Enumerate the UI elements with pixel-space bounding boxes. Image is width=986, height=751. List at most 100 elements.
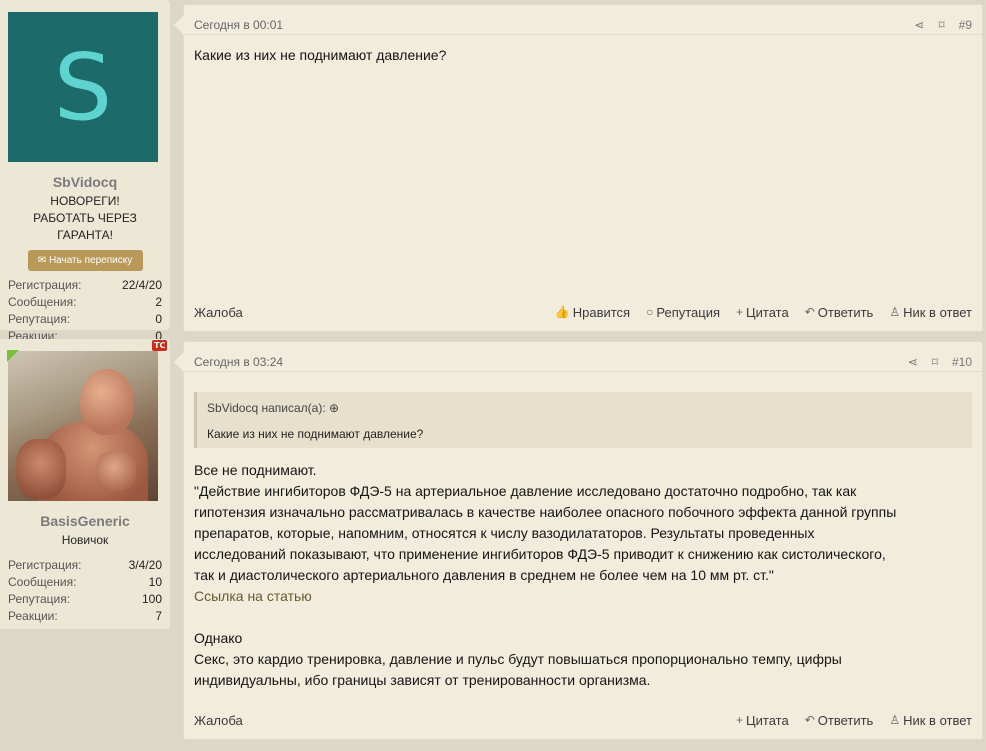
mention-button[interactable]: ♙ Ник в ответ <box>889 713 972 728</box>
user-title: Новичок <box>61 533 109 547</box>
stat-label: Регистрация: <box>8 278 82 292</box>
post-body: SbVidocq написал(а): ⊕ Какие из них не п… <box>184 372 982 691</box>
search-icon: ○ <box>646 305 654 319</box>
mention-label: Ник в ответ <box>903 712 972 728</box>
quote-text: Какие из них не поднимают давление? <box>207 427 424 441</box>
mention-button[interactable]: ♙ Ник в ответ <box>889 305 972 320</box>
avatar-figure-arm <box>16 439 66 499</box>
user-stats: Регистрация: 22/4/20 Сообщения: 2 Репутаци… <box>8 277 162 345</box>
stat-row: Регистрация: 3/4/20 <box>8 557 162 574</box>
user-title: НОВОРЕГИ! РАБОТАТЬ ЧЕРЕЗ ГАРАНТА! <box>33 194 137 242</box>
share-icon[interactable]: ⋖ <box>914 18 924 32</box>
post-text: Какие из них не поднимают давление? <box>194 47 447 63</box>
post-actions: + Цитата ↶ Ответить ♙ Ник в ответ <box>736 713 972 728</box>
stat-label: Репутация: <box>8 312 71 326</box>
plus-icon: + <box>736 305 744 319</box>
mention-label: Ник в ответ <box>903 304 972 320</box>
avatar-figure-fist <box>96 451 136 491</box>
user-stats: Регистрация: 3/4/20 Сообщения: 10 Репутаци… <box>8 557 162 625</box>
stat-row: Регистрация: 22/4/20 <box>8 277 162 294</box>
post-header: Сегодня в 03:24 ⋖ ⌑ #10 <box>184 342 982 372</box>
stat-label: Регистрация: <box>8 558 82 572</box>
reply-label: Ответить <box>817 304 874 320</box>
user-icon: ♙ <box>889 713 901 727</box>
quote-label: Цитата <box>746 712 789 728</box>
stat-label: Сообщения: <box>8 295 77 309</box>
reply-button[interactable]: ↶ Ответить <box>805 713 874 728</box>
reply-label: Ответить <box>817 712 874 728</box>
quote-button[interactable]: + Цитата <box>736 305 789 320</box>
post-line: индивидуальны, ибо границы зависят от тр… <box>194 672 651 688</box>
post-line: Однако <box>194 630 243 646</box>
reply-icon: ↶ <box>804 713 815 727</box>
post-arrow <box>174 15 184 35</box>
like-label: Нравится <box>572 304 631 320</box>
bookmark-icon[interactable]: ⌑ <box>938 18 944 32</box>
avatar-figure-head <box>80 369 134 435</box>
bookmark-icon[interactable]: ⌑ <box>932 355 938 369</box>
post: Сегодня в 00:01 ⋖ ⌑ #9 Какие из них не п… <box>174 4 983 332</box>
topic-creator-badge: TC <box>152 340 168 351</box>
reply-icon: ↶ <box>804 305 815 319</box>
post-header: Сегодня в 00:01 ⋖ ⌑ #9 <box>184 5 982 35</box>
like-button[interactable]: 👍 Нравится <box>555 305 630 320</box>
start-conversation-button[interactable]: ✉ Начать переписку <box>27 250 143 271</box>
quote-label: Цитата <box>746 304 789 320</box>
avatar[interactable]: S <box>8 12 158 162</box>
post-tools: ⋖ ⌑ #10 <box>908 355 972 369</box>
username[interactable]: BasisGeneric <box>8 513 162 529</box>
post-line: Все не поднимают. <box>194 462 317 478</box>
post-line: исследований показывают, что применение … <box>194 546 886 562</box>
user-card: BasisGeneric Новичок Регистрация: 3/4/20 … <box>0 339 170 629</box>
reputation-label: Репутация <box>656 304 721 320</box>
thumbs-up-icon: 👍 <box>554 305 570 319</box>
post-actions: 👍 Нравится ○ Репутация + Цитата ↶ Ответить ♙… <box>555 305 972 320</box>
stat-row: Сообщения: 10 <box>8 574 162 591</box>
quote-header[interactable]: SbVidocq написал(а): ⊕ <box>207 400 962 416</box>
stat-value: 22/4/20 <box>121 278 162 292</box>
post: Сегодня в 03:24 ⋖ ⌑ #10 SbVidocq написал… <box>174 341 983 740</box>
post-date[interactable]: Сегодня в 03:24 <box>194 355 283 369</box>
stat-value: 7 <box>155 609 162 623</box>
stat-value: 100 <box>141 592 162 606</box>
post-tools: ⋖ ⌑ #9 <box>914 18 972 32</box>
stat-label: Репутация: <box>8 592 71 606</box>
post-number[interactable]: #10 <box>952 355 972 369</box>
stat-value: 0 <box>155 312 162 326</box>
post-line: Секс, это кардио тренировка, давление и … <box>194 651 842 667</box>
post-line: гипотензия изначально рассматривалась в … <box>194 504 897 520</box>
username[interactable]: SbVidocq <box>8 174 162 190</box>
stat-row: Реакции: 7 <box>8 608 162 625</box>
arrow-up-circle-icon[interactable]: ⊕ <box>329 401 339 415</box>
post-footer: Жалоба 👍 Нравится ○ Репутация + Цитата ↶ Отв… <box>184 293 982 331</box>
quote-button[interactable]: + Цитата <box>736 713 789 728</box>
quote-block: SbVidocq написал(а): ⊕ Какие из них не п… <box>194 392 972 448</box>
stat-row: Сообщения: 2 <box>8 294 162 311</box>
avatar[interactable] <box>8 351 158 501</box>
stat-label: Реакции: <box>8 609 58 623</box>
stat-value: 10 <box>148 575 162 589</box>
reputation-button[interactable]: ○ Репутация <box>646 305 720 320</box>
post-date[interactable]: Сегодня в 00:01 <box>194 18 283 32</box>
stat-value: 3/4/20 <box>128 558 162 572</box>
reply-button[interactable]: ↶ Ответить <box>805 305 874 320</box>
post-footer: Жалоба + Цитата ↶ Ответить ♙ Ник в ответ <box>184 701 982 739</box>
stat-row: Репутация: 0 <box>8 311 162 328</box>
report-link[interactable]: Жалоба <box>194 713 243 728</box>
post-line: так и диастолического артериального давл… <box>194 567 774 583</box>
quote-author: SbVidocq написал(а): <box>207 401 326 415</box>
stat-row: Репутация: 100 <box>8 591 162 608</box>
post-arrow <box>174 352 184 372</box>
user-icon: ♙ <box>889 305 901 319</box>
share-icon[interactable]: ⋖ <box>908 355 918 369</box>
button-label: Начать переписку <box>48 255 133 266</box>
plus-icon: + <box>736 713 744 727</box>
user-card: S SbVidocq НОВОРЕГИ! РАБОТАТЬ ЧЕРЕЗ ГАРА… <box>0 0 170 343</box>
envelope-icon: ✉ <box>37 255 47 266</box>
avatar-letter: S <box>53 33 113 141</box>
report-link[interactable]: Жалоба <box>194 305 243 320</box>
online-indicator <box>7 350 19 362</box>
article-link[interactable]: Ссылка на статью <box>194 586 972 607</box>
post-number[interactable]: #9 <box>959 18 972 32</box>
